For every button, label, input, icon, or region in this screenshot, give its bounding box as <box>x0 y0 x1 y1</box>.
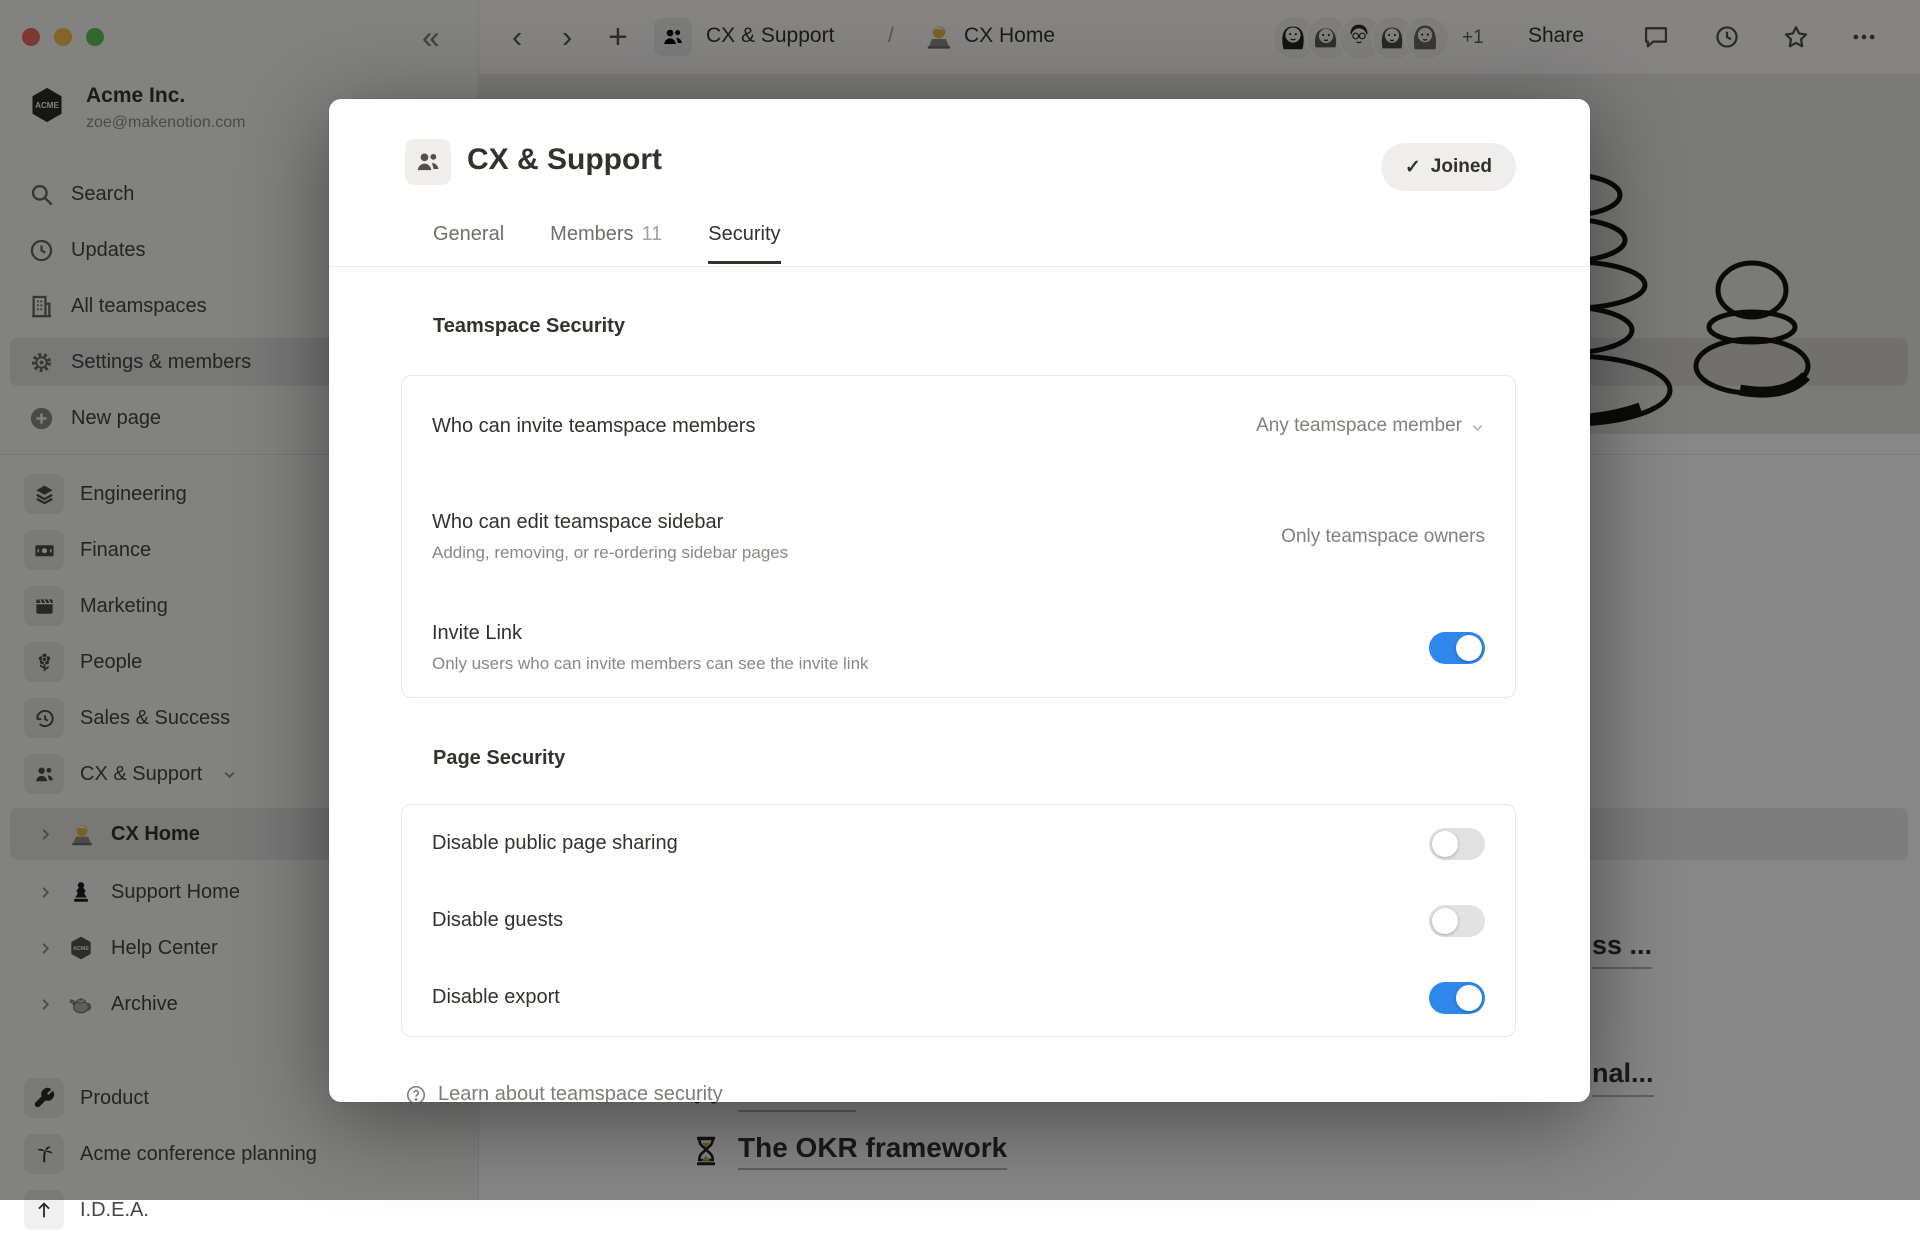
chevron-down-icon <box>1470 420 1485 435</box>
disable-export-toggle[interactable] <box>1429 982 1485 1014</box>
edit-sidebar-value: Only teamspace owners <box>1281 526 1485 548</box>
question-circle-icon <box>405 1084 427 1103</box>
joined-button[interactable]: ✓ Joined <box>1381 143 1516 191</box>
tab-general[interactable]: General <box>433 223 504 264</box>
teamspace-security-card: Who can invite teamspace members Any tea… <box>401 375 1516 698</box>
page-security-heading: Page Security <box>433 747 565 770</box>
disable-guests-toggle[interactable] <box>1429 905 1485 937</box>
disable-public-sharing-toggle[interactable] <box>1429 828 1485 860</box>
setting-row-invite-link: Invite Link Only users who can invite me… <box>432 598 1485 697</box>
tab-members[interactable]: Members11 <box>550 223 662 264</box>
page-security-card: Disable public page sharing Disable gues… <box>401 804 1516 1037</box>
teamspace-icon <box>405 139 451 185</box>
setting-row-invite-members: Who can invite teamspace members Any tea… <box>432 376 1485 476</box>
tab-security[interactable]: Security <box>708 223 780 264</box>
setting-row-disable-public-sharing: Disable public page sharing <box>432 805 1485 882</box>
modal-tabs: General Members11 Security <box>433 223 781 264</box>
setting-row-disable-export: Disable export <box>432 960 1485 1036</box>
check-icon: ✓ <box>1405 156 1421 179</box>
setting-row-edit-sidebar: Who can edit teamspace sidebar Adding, r… <box>432 476 1485 598</box>
invite-link-toggle[interactable] <box>1429 632 1485 664</box>
setting-row-disable-guests: Disable guests <box>432 882 1485 959</box>
modal-title: CX & Support <box>467 143 662 177</box>
invite-members-dropdown[interactable]: Any teamspace member <box>1256 415 1485 437</box>
teamspace-security-heading: Teamspace Security <box>433 315 625 338</box>
tabs-divider <box>329 266 1590 267</box>
learn-about-link[interactable]: Learn about teamspace security <box>405 1083 723 1102</box>
teamspace-settings-modal: CX & Support ✓ Joined General Members11 … <box>329 99 1590 1102</box>
